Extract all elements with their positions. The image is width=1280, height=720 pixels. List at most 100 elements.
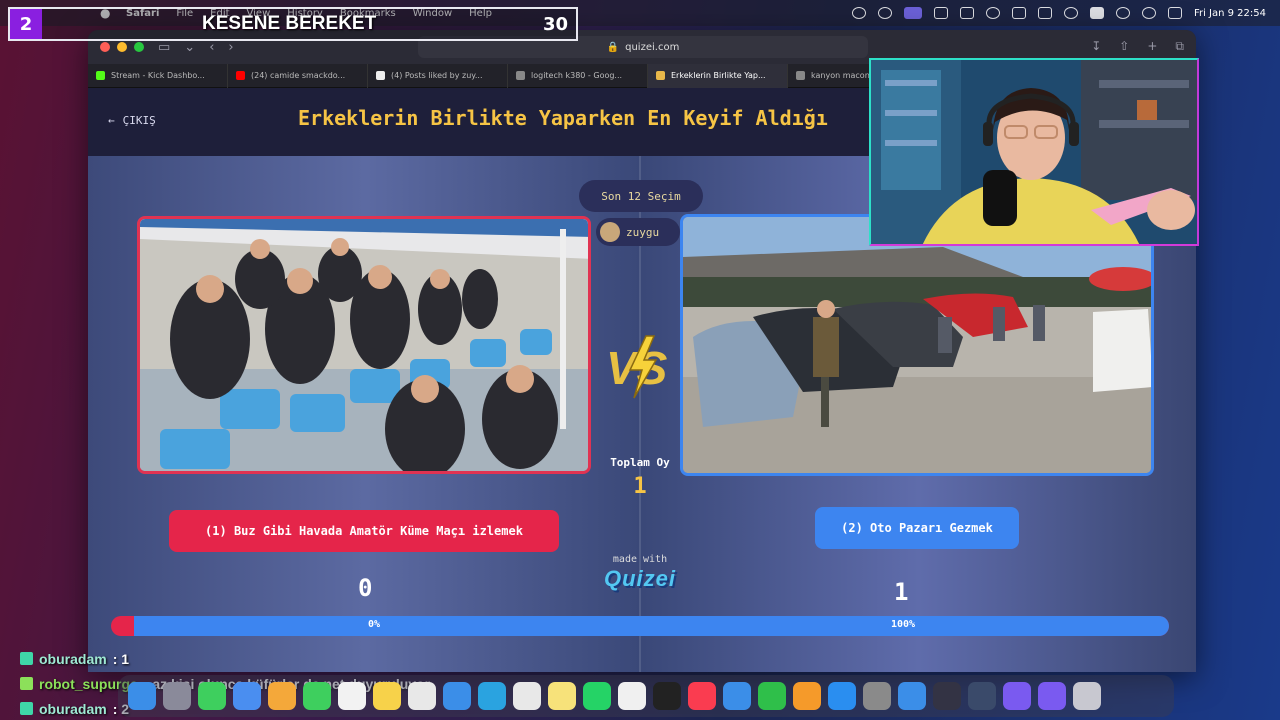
minimize-window-button[interactable]	[117, 42, 127, 52]
tab-youtube[interactable]: (24) camide smackdo...	[228, 63, 368, 88]
tab-label: Erkeklerin Birlikte Yap...	[671, 71, 766, 80]
keynote-icon[interactable]	[723, 682, 751, 710]
notes-icon[interactable]	[373, 682, 401, 710]
car-market-image	[683, 217, 1151, 473]
tab-label: kanyon macon	[811, 71, 870, 80]
tab-favicon	[516, 71, 525, 80]
window-controls	[100, 42, 144, 52]
tab-google-logitech[interactable]: logitech k380 - Goog...	[508, 63, 648, 88]
chevron-down-icon[interactable]: ⌄	[184, 40, 195, 55]
counter-number: 2	[10, 9, 42, 39]
streamer-camera-image	[871, 60, 1197, 244]
appletv-icon[interactable]	[653, 682, 681, 710]
streamdeck2-icon[interactable]	[1038, 682, 1066, 710]
tab-label: Stream - Kick Dashbo...	[111, 71, 205, 80]
messages-icon[interactable]	[198, 682, 226, 710]
tab-label: (4) Posts liked by zuy...	[391, 71, 483, 80]
wifi-icon[interactable]	[1115, 7, 1130, 19]
obs-icon[interactable]	[933, 682, 961, 710]
reminders-icon[interactable]	[408, 682, 436, 710]
voter-chip: zuygu	[596, 218, 680, 246]
status-display-icon[interactable]	[933, 7, 948, 19]
status-record-icon[interactable]	[985, 7, 1000, 19]
share-icon[interactable]: ⇧	[1119, 39, 1129, 54]
option-right-image[interactable]	[680, 214, 1154, 476]
tab-favicon	[236, 71, 245, 80]
streamdeck-icon[interactable]	[1003, 682, 1031, 710]
close-window-button[interactable]	[100, 42, 110, 52]
tab-favicon	[376, 71, 385, 80]
score-right: 1	[894, 578, 909, 606]
chat-text: : 1	[112, 650, 130, 667]
appstore-icon[interactable]	[828, 682, 856, 710]
chat-username: oburadam	[39, 700, 107, 717]
option-right-button[interactable]: (2) Oto Pazarı Gezmek	[815, 507, 1019, 549]
vs-lightning-icon: VS	[606, 335, 668, 399]
tab-kick[interactable]: Stream - Kick Dashbo...	[88, 63, 228, 88]
score-left: 0	[358, 574, 373, 602]
percent-left: 0%	[368, 619, 381, 630]
new-tab-icon[interactable]: +	[1147, 39, 1157, 54]
status-app-icon[interactable]	[851, 7, 866, 19]
stream-counter-overlay: 2 KESENE BEREKET 30	[8, 7, 578, 41]
url-text: quizei.com	[625, 41, 680, 53]
telegram-icon[interactable]	[478, 682, 506, 710]
total-votes-value: 1	[633, 474, 647, 499]
freeform-icon[interactable]	[618, 682, 646, 710]
xcode-icon[interactable]	[898, 682, 926, 710]
settings-icon[interactable]	[863, 682, 891, 710]
made-with-label: made with	[612, 554, 668, 565]
stadium-crowd-image	[140, 219, 588, 471]
exit-button[interactable]: ← ÇIKIŞ	[108, 114, 156, 127]
zoom-window-button[interactable]	[134, 42, 144, 52]
clock[interactable]: Fri Jan 9 22:54	[1194, 8, 1266, 19]
quicktime-icon[interactable]	[968, 682, 996, 710]
progress-fill-right	[134, 616, 1169, 636]
finder-icon[interactable]	[128, 682, 156, 710]
download-icon[interactable]: ↧	[1091, 39, 1101, 54]
battery-icon[interactable]	[1089, 7, 1104, 19]
option-left-button[interactable]: (1) Buz Gibi Havada Amatör Küme Maçı izl…	[169, 510, 559, 552]
play-icon[interactable]	[1063, 7, 1078, 19]
calendar-icon[interactable]	[338, 682, 366, 710]
bluetooth-icon[interactable]	[1037, 7, 1052, 19]
music-icon[interactable]	[688, 682, 716, 710]
status-sync-icon[interactable]	[877, 7, 892, 19]
facetime-icon[interactable]	[303, 682, 331, 710]
launchpad-icon[interactable]	[163, 682, 191, 710]
status-cloud-icon[interactable]	[1011, 7, 1026, 19]
back-arrow-icon[interactable]: ‹	[209, 40, 214, 55]
option-left-image[interactable]	[137, 216, 591, 474]
status-grid-icon[interactable]	[959, 7, 974, 19]
chat-badge-icon	[20, 702, 33, 715]
voter-username: zuygu	[626, 225, 660, 239]
chat-username: oburadam	[39, 650, 107, 667]
trash-icon[interactable]	[1073, 682, 1101, 710]
safari-icon[interactable]	[443, 682, 471, 710]
control-center-icon[interactable]	[1167, 7, 1182, 19]
quiz-title: Erkeklerin Birlikte Yaparken En Keyif Al…	[298, 106, 828, 130]
vote-progress-bar: 0% 100%	[111, 616, 1169, 636]
forward-arrow-icon[interactable]: ›	[228, 40, 233, 55]
tab-label: logitech k380 - Goog...	[531, 71, 623, 80]
tab-overview-icon[interactable]: ⧉	[1175, 39, 1184, 54]
tab-favicon	[96, 71, 105, 80]
mail-icon[interactable]	[233, 682, 261, 710]
total-votes-label: Toplam Oy	[610, 456, 670, 469]
chrome-icon[interactable]	[513, 682, 541, 710]
numbers-icon[interactable]	[758, 682, 786, 710]
photos-icon[interactable]	[268, 682, 296, 710]
tab-quiz[interactable]: Erkeklerin Birlikte Yap...	[648, 63, 788, 88]
stickies-icon[interactable]	[548, 682, 576, 710]
lock-icon: 🔒	[606, 41, 620, 53]
quizei-logo: Quizei	[603, 566, 676, 591]
tab-favicon	[656, 71, 665, 80]
tab-x[interactable]: (4) Posts liked by zuy...	[368, 63, 508, 88]
webcam-feed	[869, 58, 1199, 246]
sidebar-icon[interactable]: ▭	[158, 40, 170, 55]
search-icon[interactable]	[1141, 7, 1156, 19]
dock	[118, 675, 1174, 717]
pages-icon[interactable]	[793, 682, 821, 710]
status-screen-icon[interactable]	[903, 7, 922, 19]
whatsapp-icon[interactable]	[583, 682, 611, 710]
